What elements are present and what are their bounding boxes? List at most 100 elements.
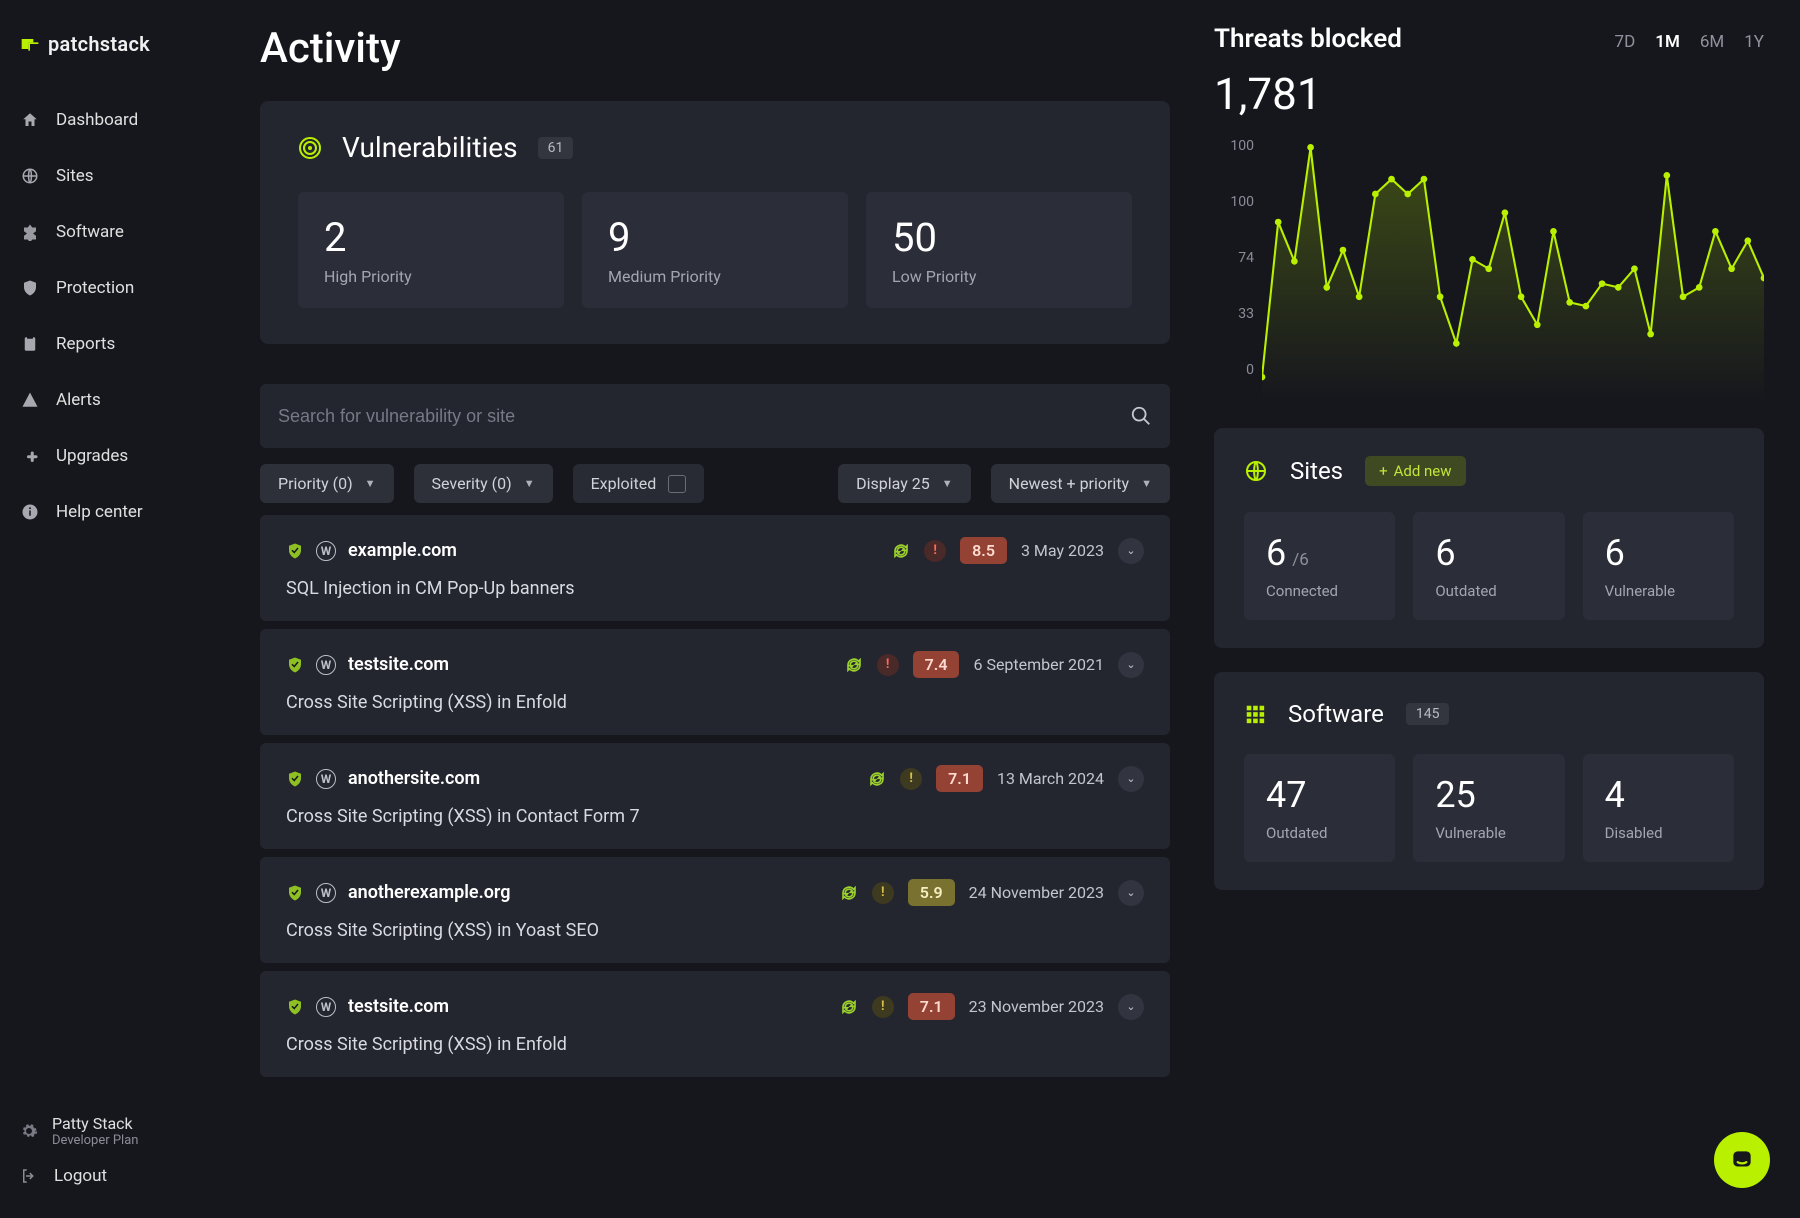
sidebar-item-upgrades[interactable]: Upgrades xyxy=(20,432,260,480)
expand-button[interactable]: ⌄ xyxy=(1118,766,1144,792)
sidebar-item-software[interactable]: Software xyxy=(20,208,260,256)
filter-severity[interactable]: Severity (0) ▼ xyxy=(414,464,553,503)
sites-stat-box[interactable]: 6 Outdated xyxy=(1413,512,1564,620)
sidebar-item-protection[interactable]: Protection xyxy=(20,264,260,312)
sites-stat-box[interactable]: 6 Vulnerable xyxy=(1583,512,1734,620)
refresh-icon[interactable] xyxy=(840,998,858,1016)
software-stat-box[interactable]: 47 Outdated xyxy=(1244,754,1395,862)
sidebar-item-dashboard[interactable]: Dashboard xyxy=(20,96,260,144)
threats-count: 1,781 xyxy=(1214,68,1764,120)
vuln-description: Cross Site Scripting (XSS) in Enfold xyxy=(286,1034,1144,1055)
add-site-button[interactable]: + Add new xyxy=(1365,456,1465,486)
filter-priority[interactable]: Priority (0) ▼ xyxy=(260,464,394,503)
shield-icon xyxy=(20,278,40,298)
threats-chart: 10010074330 xyxy=(1214,138,1764,388)
vuln-description: Cross Site Scripting (XSS) in Enfold xyxy=(286,692,1144,713)
logo-icon xyxy=(20,34,40,54)
shield-check-icon xyxy=(286,998,304,1016)
vulnerability-row[interactable]: W testsite.com ! 7.4 6 September 2021 ⌄ … xyxy=(260,629,1170,735)
sites-title: Sites xyxy=(1290,457,1343,485)
filter-display[interactable]: Display 25 ▼ xyxy=(838,464,971,503)
filter-exploited[interactable]: Exploited xyxy=(573,464,705,503)
logo-text: patchstack xyxy=(48,32,150,56)
page-title: Activity xyxy=(260,24,1170,73)
vulnerability-row[interactable]: W example.com ! 8.5 3 May 2023 ⌄ SQL Inj… xyxy=(260,515,1170,621)
alert-icon: ! xyxy=(872,996,894,1018)
refresh-icon[interactable] xyxy=(868,770,886,788)
stat-number: 25 xyxy=(1435,774,1542,816)
wordpress-icon: W xyxy=(316,541,336,561)
vulnerability-row[interactable]: W testsite.com ! 7.1 23 November 2023 ⌄ … xyxy=(260,971,1170,1077)
chat-icon xyxy=(1729,1147,1755,1173)
sites-stat-box[interactable]: 6/6 Connected xyxy=(1244,512,1395,620)
stat-box[interactable]: 9 Medium Priority xyxy=(582,192,848,308)
stat-label: Vulnerable xyxy=(1435,824,1542,842)
stat-label: Connected xyxy=(1266,582,1373,600)
stat-number: 50 xyxy=(892,214,1106,261)
site-name: anotherexample.org xyxy=(348,882,510,903)
stat-label: Disabled xyxy=(1605,824,1712,842)
search-input[interactable] xyxy=(278,406,1130,427)
stat-number: 6/6 xyxy=(1266,532,1373,574)
vuln-count-badge: 61 xyxy=(538,137,574,159)
logout-button[interactable]: Logout xyxy=(20,1166,240,1186)
sidebar-item-reports[interactable]: Reports xyxy=(20,320,260,368)
stat-number: 4 xyxy=(1605,774,1712,816)
sidebar-item-alerts[interactable]: Alerts xyxy=(20,376,260,424)
range-tab-6M[interactable]: 6M xyxy=(1700,32,1724,52)
range-tab-1M[interactable]: 1M xyxy=(1655,32,1680,52)
globe-icon xyxy=(1244,459,1268,483)
sidebar-item-label: Protection xyxy=(56,278,134,298)
vuln-date: 13 March 2024 xyxy=(997,769,1104,788)
chevron-down-icon: ▼ xyxy=(1141,477,1152,490)
gear-icon xyxy=(20,1122,38,1140)
sidebar-item-sites[interactable]: Sites xyxy=(20,152,260,200)
clipboard-icon xyxy=(20,334,40,354)
search-icon xyxy=(1130,405,1152,427)
y-tick: 100 xyxy=(1214,194,1254,210)
expand-button[interactable]: ⌄ xyxy=(1118,538,1144,564)
filter-sort[interactable]: Newest + priority ▼ xyxy=(991,464,1170,503)
stat-box[interactable]: 2 High Priority xyxy=(298,192,564,308)
y-tick: 0 xyxy=(1214,362,1254,378)
vuln-description: SQL Injection in CM Pop-Up banners xyxy=(286,578,1144,599)
refresh-icon[interactable] xyxy=(892,542,910,560)
sites-card: Sites + Add new 6/6 Connected 6 Outdated… xyxy=(1214,428,1764,648)
sidebar-item-help[interactable]: Help center xyxy=(20,488,260,536)
refresh-icon[interactable] xyxy=(845,656,863,674)
shield-check-icon xyxy=(286,542,304,560)
checkbox-icon[interactable] xyxy=(668,475,686,493)
software-title: Software xyxy=(1288,700,1384,728)
globe-icon xyxy=(20,166,40,186)
vuln-date: 3 May 2023 xyxy=(1021,541,1104,560)
severity-score: 5.9 xyxy=(908,879,955,906)
filter-label: Exploited xyxy=(591,474,657,493)
stat-label: Medium Priority xyxy=(608,267,822,286)
software-stat-box[interactable]: 25 Vulnerable xyxy=(1413,754,1564,862)
software-stat-box[interactable]: 4 Disabled xyxy=(1583,754,1734,862)
expand-button[interactable]: ⌄ xyxy=(1118,994,1144,1020)
warning-icon xyxy=(20,390,40,410)
logo[interactable]: patchstack xyxy=(20,32,260,56)
logout-label: Logout xyxy=(54,1166,107,1186)
severity-score: 7.4 xyxy=(913,651,960,678)
vulnerability-row[interactable]: W anothersite.com ! 7.1 13 March 2024 ⌄ … xyxy=(260,743,1170,849)
sidebar-item-label: Upgrades xyxy=(56,446,128,466)
expand-button[interactable]: ⌄ xyxy=(1118,880,1144,906)
add-label: Add new xyxy=(1394,462,1452,480)
expand-button[interactable]: ⌄ xyxy=(1118,652,1144,678)
search-box[interactable] xyxy=(260,384,1170,448)
stat-box[interactable]: 50 Low Priority xyxy=(866,192,1132,308)
puzzle-icon xyxy=(20,222,40,242)
vulnerability-row[interactable]: W anotherexample.org ! 5.9 24 November 2… xyxy=(260,857,1170,963)
range-tab-1Y[interactable]: 1Y xyxy=(1744,32,1764,52)
stat-number: 6 xyxy=(1605,532,1712,574)
refresh-icon[interactable] xyxy=(840,884,858,902)
range-tab-7D[interactable]: 7D xyxy=(1615,32,1636,52)
user-menu[interactable]: Patty Stack Developer Plan xyxy=(20,1114,240,1148)
vulnerabilities-card: Vulnerabilities 61 2 High Priority 9 Med… xyxy=(260,101,1170,344)
intercom-button[interactable] xyxy=(1714,1132,1770,1188)
plus-icon: + xyxy=(1379,462,1388,480)
chevron-down-icon: ▼ xyxy=(524,477,535,490)
stat-label: High Priority xyxy=(324,267,538,286)
